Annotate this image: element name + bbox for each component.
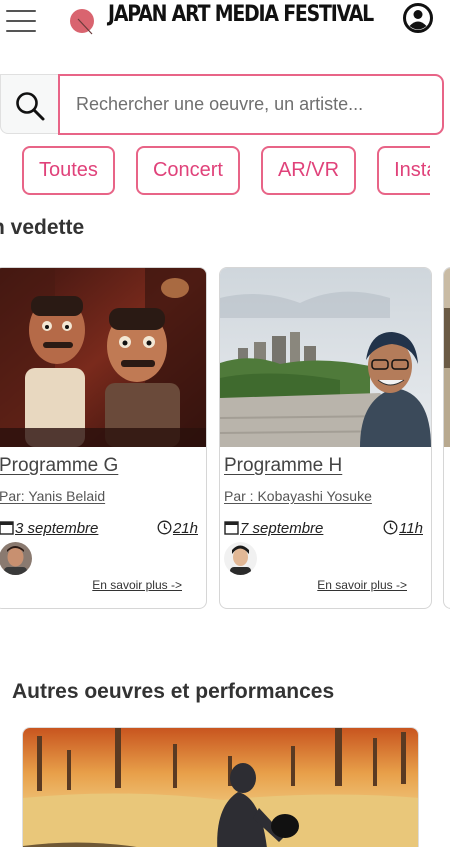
filter-chip-concert[interactable]: Concert [135,146,240,195]
card-date-text: 3 septembre [15,520,99,537]
search-button[interactable] [0,74,58,134]
page: JAPAN ART MEDIA FESTIVAL Toutes Concert AR… [0,0,450,847]
card-author[interactable]: Par: Yanis Belaid [0,488,105,504]
card-time: 11h [383,520,423,537]
search-icon [16,92,45,121]
card-time-text: 11h [399,520,423,537]
featured-card[interactable]: Programme H Par : Kobayashi Yosuke 7 sep… [219,267,432,609]
featured-card-partial[interactable] [443,267,450,609]
filter-chips: Toutes Concert AR/VR Insta [22,146,430,196]
clock-icon [383,520,398,535]
card-author[interactable]: Par : Kobayashi Yosuke [224,488,372,504]
filter-chip-installation[interactable]: Insta [377,146,430,195]
calendar-icon [224,521,239,535]
artwork-card[interactable] [22,727,419,847]
search-input[interactable] [58,74,444,135]
hamburger-menu-icon[interactable] [6,10,36,36]
card-title[interactable]: Programme G [0,455,118,477]
learn-more-link[interactable]: En savoir plus -> [317,578,407,592]
festival-logo-icon[interactable] [68,7,96,35]
header: JAPAN ART MEDIA FESTIVAL [0,0,450,40]
card-date-text: 7 septembre [240,520,324,537]
featured-section-title: n vedette [0,216,85,239]
user-profile-icon[interactable] [402,2,434,34]
filter-chip-ar-vr[interactable]: AR/VR [260,146,357,195]
other-works-title: Autres oeuvres et performances [12,680,335,703]
card-image[interactable] [220,268,431,447]
avatar[interactable] [0,542,32,575]
card-date: 3 septembre [0,520,98,537]
card-date: 7 septembre [224,520,323,537]
avatar[interactable] [224,542,257,575]
card-image[interactable] [0,268,206,447]
site-title[interactable]: JAPAN ART MEDIA FESTIVAL [108,2,374,27]
filter-chip-toutes[interactable]: Toutes [22,146,115,195]
learn-more-link[interactable]: En savoir plus -> [92,578,182,592]
card-title[interactable]: Programme H [224,455,342,477]
card-time: 21h [157,520,198,537]
card-time-text: 21h [172,520,198,537]
featured-card[interactable]: Programme G Par: Yanis Belaid 3 septembr… [0,267,207,609]
calendar-icon [0,521,14,535]
clock-icon [157,520,172,535]
